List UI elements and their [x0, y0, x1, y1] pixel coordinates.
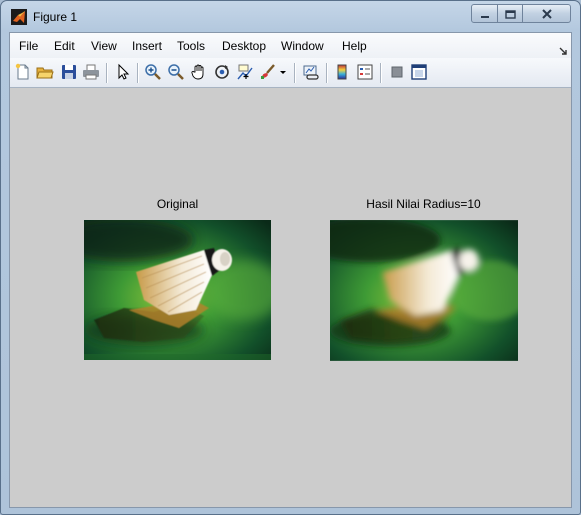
maximize-icon	[504, 4, 516, 23]
rotate-3d-icon[interactable]	[213, 63, 231, 81]
figure-canvas: Original Hasil Nilai Radius=10	[10, 88, 571, 507]
close-icon	[541, 4, 552, 23]
toolbar-separator	[106, 63, 108, 83]
data-cursor-icon[interactable]	[236, 63, 254, 81]
hide-plot-tools-icon[interactable]	[388, 63, 406, 81]
blurred-result-image	[330, 220, 518, 361]
menu-file[interactable]: File	[19, 39, 38, 53]
print-icon[interactable]	[82, 63, 100, 81]
axes-title-result: Hasil Nilai Radius=10	[366, 197, 481, 211]
legend-icon[interactable]	[356, 63, 374, 81]
link-plot-icon[interactable]	[302, 63, 320, 81]
figure-client-area: File Edit View Insert Tools Desktop Wind…	[9, 32, 572, 508]
maximize-button[interactable]	[497, 4, 523, 23]
show-plot-tools-icon[interactable]	[410, 63, 428, 81]
menu-edit[interactable]: Edit	[54, 39, 75, 53]
menu-bar: File Edit View Insert Tools Desktop Wind…	[10, 33, 571, 58]
menu-view[interactable]: View	[91, 39, 117, 53]
matlab-logo-icon	[11, 9, 27, 25]
toolbar-separator	[380, 63, 382, 83]
menu-desktop[interactable]: Desktop	[222, 39, 266, 53]
zoom-in-icon[interactable]	[144, 63, 162, 81]
minimize-button[interactable]	[471, 4, 498, 23]
zoom-out-icon[interactable]	[167, 63, 185, 81]
brush-icon[interactable]	[259, 63, 277, 81]
save-icon[interactable]	[60, 63, 78, 81]
menu-insert[interactable]: Insert	[132, 39, 162, 53]
menu-window[interactable]: Window	[281, 39, 324, 53]
toolbar-separator	[294, 63, 296, 83]
title-bar[interactable]: Figure 1	[1, 1, 580, 31]
toolbar-separator	[326, 63, 328, 83]
window-title: Figure 1	[33, 10, 78, 24]
colorbar-icon[interactable]	[333, 63, 351, 81]
edit-plot-arrow-icon[interactable]	[114, 63, 132, 81]
original-image	[84, 220, 271, 360]
menu-help[interactable]: Help	[342, 39, 367, 53]
close-button[interactable]	[522, 4, 571, 23]
figure-toolbar	[10, 58, 571, 88]
toolbar-separator	[137, 63, 139, 83]
pan-hand-icon[interactable]	[190, 63, 208, 81]
dock-arrow-icon[interactable]	[558, 41, 568, 55]
minimize-icon	[480, 4, 490, 23]
brush-dropdown-icon[interactable]	[279, 63, 288, 81]
new-figure-icon[interactable]	[14, 63, 32, 81]
open-file-icon[interactable]	[36, 63, 54, 81]
menu-tools[interactable]: Tools	[177, 39, 205, 53]
axes-title-original: Original	[156, 197, 199, 211]
figure-window: Figure 1 File Edit View Insert Tools Des…	[0, 0, 581, 515]
